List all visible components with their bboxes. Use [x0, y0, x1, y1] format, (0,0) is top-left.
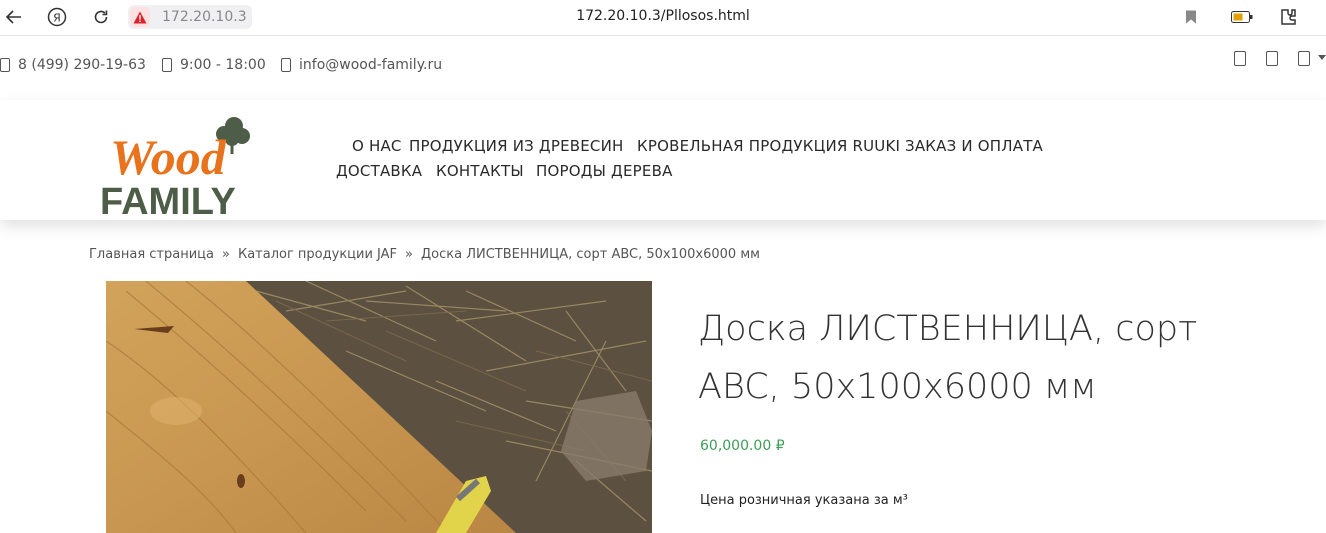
mail-icon — [281, 58, 291, 72]
menu-item-about[interactable]: О НАС — [352, 137, 402, 155]
menu-item-wood-species[interactable]: ПОРОДЫ ДЕРЕВА — [536, 162, 673, 180]
site-header: Wood FAMILY О НАС ПРОДУКЦИЯ ИЗ ДРЕВЕСИН … — [0, 100, 1326, 220]
breadcrumb-current: Доска ЛИСТВЕННИЦА, сорт ABC, 50x100x6000… — [421, 247, 760, 262]
social-icon-1[interactable] — [1234, 51, 1246, 66]
social-icon-3[interactable] — [1298, 51, 1310, 66]
menu-item-order-payment[interactable]: ЗАКАЗ И ОПЛАТА — [905, 137, 1043, 155]
price-note: Цена розничная указана за м³ — [700, 493, 908, 508]
extension-icon[interactable] — [1276, 6, 1300, 28]
svg-text:Я: Я — [53, 12, 61, 25]
menu-item-roofing[interactable]: КРОВЕЛЬНАЯ ПРОДУКЦИЯ RUUKI — [637, 137, 900, 155]
phone-contact[interactable]: 8 (499) 290-19-63 — [0, 57, 146, 73]
product-title-line2: ABC, 50x100x6000 мм — [698, 367, 1097, 407]
hours-contact: 9:00 - 18:00 — [162, 57, 266, 73]
reload-icon[interactable] — [87, 4, 115, 30]
battery-icon[interactable] — [1230, 6, 1254, 28]
contact-bar: 8 (499) 290-19-63 9:00 - 18:00 info@wood… — [0, 37, 1326, 95]
warning-icon — [130, 7, 150, 27]
email-contact[interactable]: info@wood-family.ru — [281, 57, 442, 73]
chevron-down-icon[interactable] — [1318, 55, 1326, 61]
breadcrumb-separator: » — [405, 247, 413, 262]
breadcrumb-home[interactable]: Главная страница — [89, 247, 214, 262]
wood-family-logo[interactable]: Wood FAMILY — [96, 108, 256, 216]
yandex-icon[interactable]: Я — [43, 4, 71, 30]
phone-icon — [0, 58, 10, 72]
hours-text: 9:00 - 18:00 — [180, 57, 266, 73]
product-title: Доска ЛИСТВЕННИЦА, сорт ABC, 50x100x6000… — [698, 300, 1218, 416]
email-text: info@wood-family.ru — [299, 57, 443, 73]
menu-item-wood-products[interactable]: ПРОДУКЦИЯ ИЗ ДРЕВЕСИН — [409, 137, 624, 155]
product-title-line1: Доска ЛИСТВЕННИЦА, сорт — [698, 309, 1198, 349]
social-icon-2[interactable] — [1266, 51, 1278, 66]
phone-text: 8 (499) 290-19-63 — [18, 57, 146, 73]
menu-item-delivery[interactable]: ДОСТАВКА — [336, 162, 422, 180]
back-icon[interactable] — [0, 4, 28, 30]
breadcrumb-separator: » — [222, 247, 230, 262]
clock-icon — [162, 58, 172, 72]
breadcrumb: Главная страница » Каталог продукции JAF… — [89, 247, 760, 262]
logo-line1: Wood — [110, 129, 227, 185]
browser-toolbar: Я 172.20.10.3 172.20.10.3/Pllosos.html — [0, 0, 1326, 36]
product-image[interactable] — [106, 281, 652, 533]
page-url[interactable]: 172.20.10.3/Pllosos.html — [576, 8, 750, 24]
product-price: 60,000.00 ₽ — [700, 438, 785, 454]
logo-line2: FAMILY — [100, 181, 236, 216]
bookmark-icon[interactable] — [1179, 6, 1203, 28]
address-host: 172.20.10.3 — [162, 9, 247, 25]
menu-item-contacts[interactable]: КОНТАКТЫ — [436, 162, 524, 180]
breadcrumb-catalog[interactable]: Каталог продукции JAF — [238, 247, 397, 262]
address-chip[interactable]: 172.20.10.3 — [128, 5, 252, 29]
